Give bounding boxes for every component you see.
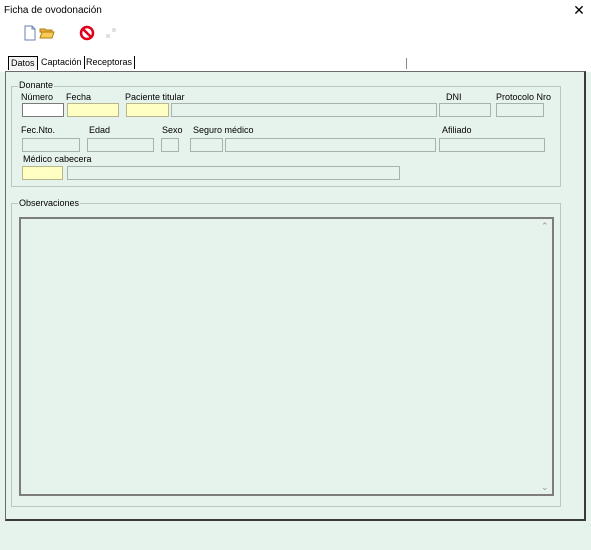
paciente-titular-code-field[interactable] — [126, 103, 169, 117]
tab-receptoras[interactable]: Receptoras — [84, 56, 136, 69]
afiliado-label: Afiliado — [442, 125, 472, 135]
tab-divider — [406, 58, 407, 69]
fecha-field[interactable] — [67, 103, 119, 117]
donante-group-title: Donante — [18, 80, 55, 90]
sexo-label: Sexo — [162, 125, 183, 135]
paciente-titular-name-field[interactable] — [171, 103, 437, 117]
numero-label: Número — [21, 92, 54, 102]
dni-field[interactable] — [439, 103, 491, 117]
tab-bar: Datos Captación Receptoras — [0, 46, 591, 72]
afiliado-field[interactable] — [439, 138, 545, 152]
observaciones-textarea[interactable] — [19, 217, 554, 496]
protocolo-nro-field[interactable] — [496, 103, 544, 117]
medico-cabecera-name-field[interactable] — [67, 166, 400, 180]
fec-nto-field[interactable] — [22, 138, 80, 152]
tab-datos[interactable]: Datos — [8, 56, 38, 70]
disabled-expand-icon — [103, 25, 121, 43]
numero-field[interactable] — [22, 103, 64, 117]
protocolo-nro-label: Protocolo Nro — [496, 92, 552, 102]
medico-cabecera-label: Médico cabecera — [23, 154, 92, 164]
paciente-titular-label: Paciente titular — [125, 92, 185, 102]
observaciones-group-title: Observaciones — [18, 198, 81, 208]
tab-captacion[interactable]: Captación — [39, 56, 85, 69]
window-title: Ficha de ovodonación — [4, 5, 102, 16]
medico-cabecera-code-field[interactable] — [22, 166, 63, 180]
edad-label: Edad — [89, 125, 111, 135]
seguro-medico-code-field[interactable] — [190, 138, 223, 152]
fecha-label: Fecha — [66, 92, 92, 102]
seguro-medico-name-field[interactable] — [225, 138, 436, 152]
fec-nto-label: Fec.Nto. — [21, 125, 56, 135]
edad-field[interactable] — [87, 138, 154, 152]
sexo-field[interactable] — [161, 138, 179, 152]
scroll-up-icon[interactable]: ⌃ — [541, 221, 549, 232]
open-folder-icon[interactable] — [39, 25, 57, 43]
title-bar: Ficha de ovodonación ✕ — [0, 0, 591, 23]
toolbar — [0, 22, 591, 46]
dni-label: DNI — [446, 92, 462, 102]
seguro-medico-label: Seguro médico — [193, 125, 254, 135]
scroll-down-icon[interactable]: ⌄ — [541, 482, 549, 493]
close-icon[interactable]: ✕ — [570, 1, 588, 19]
new-document-icon[interactable] — [22, 25, 40, 43]
cancel-icon[interactable] — [79, 25, 97, 43]
